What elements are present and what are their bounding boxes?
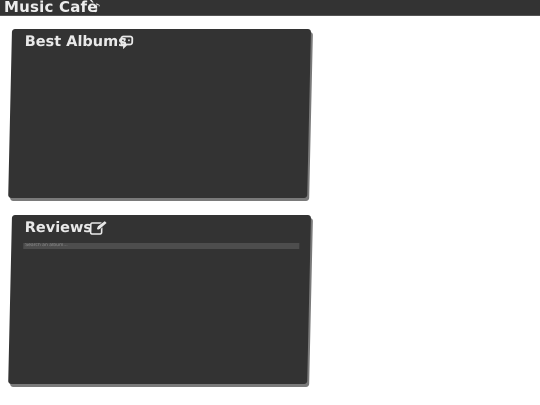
- reviews-panel: Reviews: [8, 215, 311, 384]
- music-note-icon: ♪: [93, 1, 101, 15]
- app-root: Music Cafè ♪ Best Albums Reviews: [0, 0, 540, 405]
- edit-pencil-icon: [89, 220, 108, 235]
- best-albums-title: Best Albums: [24, 34, 128, 50]
- best-albums-panel: Best Albums: [8, 29, 311, 198]
- chat-bubble-icon: [120, 35, 134, 49]
- album-search-input[interactable]: [23, 243, 300, 249]
- top-bar: Music Cafè ♪: [0, 0, 540, 16]
- app-title: Music Cafè: [4, 0, 98, 16]
- reviews-title: Reviews: [24, 220, 93, 236]
